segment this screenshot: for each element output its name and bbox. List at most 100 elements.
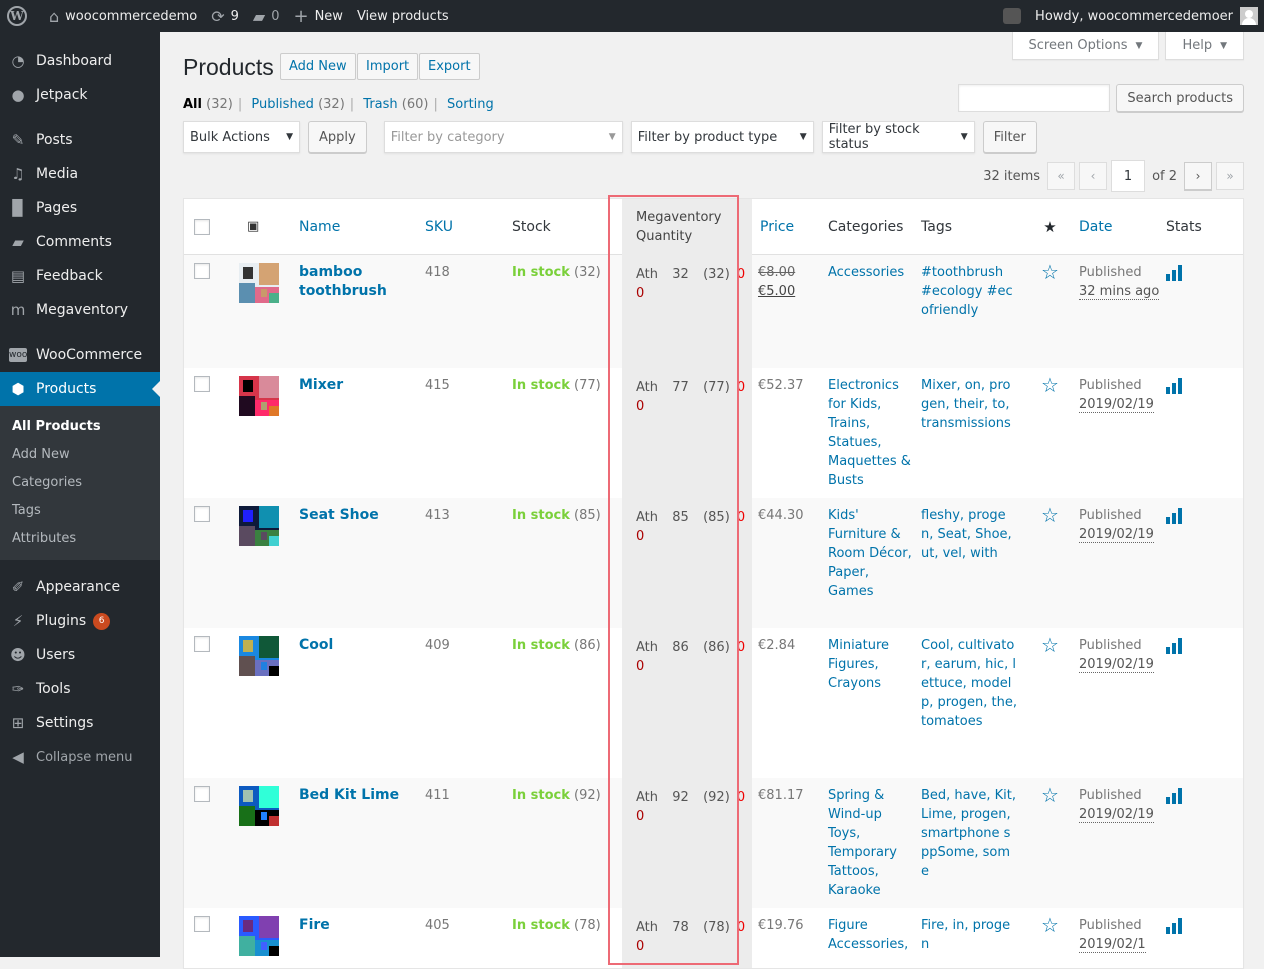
- sidebar-item-settings[interactable]: ⊞ Settings: [0, 706, 160, 740]
- apply-button[interactable]: Apply: [308, 121, 367, 153]
- stats-bar-chart-icon[interactable]: [1166, 378, 1246, 394]
- row-checkbox[interactable]: [194, 376, 210, 392]
- product-thumbnail[interactable]: [239, 786, 279, 826]
- plugin-icon: ⚡: [12, 612, 24, 630]
- next-page-button[interactable]: ›: [1184, 162, 1212, 190]
- bulk-actions-select[interactable]: Bulk Actions ▼: [183, 121, 300, 153]
- product-name-link[interactable]: Mixer: [299, 377, 343, 393]
- stats-bar-chart-icon[interactable]: [1166, 508, 1246, 524]
- import-button[interactable]: Import: [357, 53, 419, 80]
- view-trash[interactable]: Trash: [363, 97, 397, 112]
- stats-bar-chart-icon[interactable]: [1166, 265, 1246, 281]
- column-date[interactable]: Date: [1079, 219, 1166, 235]
- featured-star-icon[interactable]: ★: [1021, 218, 1079, 236]
- submenu-categories[interactable]: Categories: [0, 468, 160, 496]
- submenu-attributes[interactable]: Attributes: [0, 524, 160, 552]
- product-thumbnail[interactable]: [239, 916, 279, 956]
- product-categories-link[interactable]: Kids' Furniture & Room Décor, Paper, Gam…: [828, 508, 912, 599]
- product-name-link[interactable]: Cool: [299, 637, 333, 653]
- product-categories-link[interactable]: Spring & Wind-up Toys, Temporary Tattoos…: [828, 788, 897, 898]
- product-categories-link[interactable]: Miniature Figures, Crayons: [828, 638, 889, 691]
- featured-toggle-star-icon[interactable]: ☆: [1041, 503, 1059, 527]
- product-thumbnail[interactable]: [239, 636, 279, 676]
- view-all[interactable]: All: [183, 97, 202, 112]
- product-name-link[interactable]: Fire: [299, 917, 330, 933]
- product-categories-link[interactable]: Electronics for Kids, Trains, Statues, M…: [828, 378, 911, 488]
- submenu-add-new[interactable]: Add New: [0, 440, 160, 468]
- product-tags-link[interactable]: fleshy, progen, Seat, Shoe, ut, vel, wit…: [921, 508, 1012, 561]
- product-thumbnail[interactable]: [239, 506, 279, 546]
- featured-toggle-star-icon[interactable]: ☆: [1041, 913, 1059, 937]
- product-tags-link[interactable]: Cool, cultivator, earum, hic, lettuce, m…: [921, 638, 1017, 729]
- new-content-link[interactable]: + New: [286, 0, 349, 32]
- sidebar-item-megaventory[interactable]: m Megaventory: [0, 293, 160, 327]
- view-published[interactable]: Published: [251, 97, 314, 112]
- column-name[interactable]: Name: [299, 219, 425, 235]
- row-checkbox[interactable]: [194, 263, 210, 279]
- filter-stock-status-select[interactable]: Filter by stock status ▼: [821, 121, 975, 153]
- sidebar-item-dashboard[interactable]: ◔ Dashboard: [0, 44, 160, 78]
- page-title: Products: [183, 54, 274, 80]
- megaventory-quantity: Ath 78 (78) 0 0: [622, 908, 752, 968]
- wp-logo-menu[interactable]: W: [0, 0, 34, 32]
- sidebar-item-feedback[interactable]: ▤ Feedback: [0, 259, 160, 293]
- stats-bar-chart-icon[interactable]: [1166, 638, 1246, 654]
- sidebar-item-plugins[interactable]: ⚡ Plugins 6: [0, 604, 160, 638]
- product-tags-link[interactable]: Mixer, on, progen, their, to, transmissi…: [921, 378, 1011, 431]
- sidebar-item-appearance[interactable]: ✐ Appearance: [0, 570, 160, 604]
- sidebar-item-jetpack[interactable]: ● Jetpack: [0, 78, 160, 112]
- current-page-input[interactable]: 1: [1111, 160, 1146, 192]
- help-button[interactable]: Help ▼: [1165, 32, 1244, 60]
- add-new-button[interactable]: Add New: [280, 53, 356, 80]
- view-products-link[interactable]: View products: [350, 0, 456, 32]
- product-categories-link[interactable]: Figure Accessories,: [828, 918, 908, 952]
- search-products-button[interactable]: Search products: [1116, 84, 1244, 112]
- sidebar-item-tools[interactable]: ✑ Tools: [0, 672, 160, 706]
- featured-toggle-star-icon[interactable]: ☆: [1041, 260, 1059, 284]
- export-button[interactable]: Export: [419, 53, 480, 80]
- last-page-button[interactable]: »: [1216, 162, 1244, 190]
- row-checkbox[interactable]: [194, 916, 210, 932]
- featured-toggle-star-icon[interactable]: ☆: [1041, 373, 1059, 397]
- featured-toggle-star-icon[interactable]: ☆: [1041, 783, 1059, 807]
- product-thumbnail[interactable]: [239, 263, 279, 303]
- filter-product-type-select[interactable]: Filter by product type ▼: [630, 121, 814, 153]
- sidebar-item-media[interactable]: ♫ Media: [0, 157, 160, 191]
- stats-bar-chart-icon[interactable]: [1166, 788, 1246, 804]
- filter-button[interactable]: Filter: [982, 121, 1037, 153]
- product-tags-link[interactable]: Fire, in, progen: [921, 918, 1010, 952]
- collapse-menu-button[interactable]: ◀ Collapse menu: [0, 740, 160, 774]
- view-sorting[interactable]: Sorting: [447, 97, 494, 112]
- product-thumbnail[interactable]: [239, 376, 279, 416]
- site-name-link[interactable]: ⌂ woocommercedemo: [42, 0, 204, 32]
- sidebar-item-comments[interactable]: ▰ Comments: [0, 225, 160, 259]
- product-name-link[interactable]: Seat Shoe: [299, 507, 379, 523]
- sidebar-item-posts[interactable]: ✎ Posts: [0, 123, 160, 157]
- sidebar-item-pages[interactable]: ▉ Pages: [0, 191, 160, 225]
- screen-options-button[interactable]: Screen Options ▼: [1011, 32, 1160, 60]
- search-input[interactable]: [958, 84, 1111, 112]
- my-account-link[interactable]: Howdy, woocommercedemoer: [1028, 0, 1264, 32]
- featured-toggle-star-icon[interactable]: ☆: [1041, 633, 1059, 657]
- row-checkbox[interactable]: [194, 506, 210, 522]
- product-categories-link[interactable]: Accessories: [828, 265, 904, 280]
- product-name-link[interactable]: Bed Kit Lime: [299, 787, 399, 803]
- product-name-link[interactable]: bamboo toothbrush: [299, 264, 387, 299]
- product-tags-link[interactable]: #toothbrush #ecology #ecofriendly: [921, 265, 1013, 318]
- sidebar-item-users[interactable]: ☻ Users: [0, 638, 160, 672]
- sidebar-item-woocommerce[interactable]: woo WooCommerce: [0, 338, 160, 372]
- column-sku[interactable]: SKU: [425, 219, 512, 235]
- submenu-all-products[interactable]: All Products: [0, 412, 160, 440]
- comments-link[interactable]: ▰ 0: [246, 0, 287, 32]
- row-checkbox[interactable]: [194, 786, 210, 802]
- updates-link[interactable]: ⟳ 9: [204, 0, 246, 32]
- row-checkbox[interactable]: [194, 636, 210, 652]
- sidebar-item-products[interactable]: ⬢ Products: [0, 372, 160, 406]
- notifications-link[interactable]: [996, 0, 1028, 32]
- filter-category-select[interactable]: Filter by category ▼: [383, 121, 623, 153]
- column-price[interactable]: Price: [752, 219, 828, 235]
- submenu-tags[interactable]: Tags: [0, 496, 160, 524]
- stats-bar-chart-icon[interactable]: [1166, 918, 1246, 934]
- select-all-checkbox[interactable]: [194, 218, 210, 235]
- product-tags-link[interactable]: Bed, have, Kit, Lime, progen, smartphone…: [921, 788, 1016, 879]
